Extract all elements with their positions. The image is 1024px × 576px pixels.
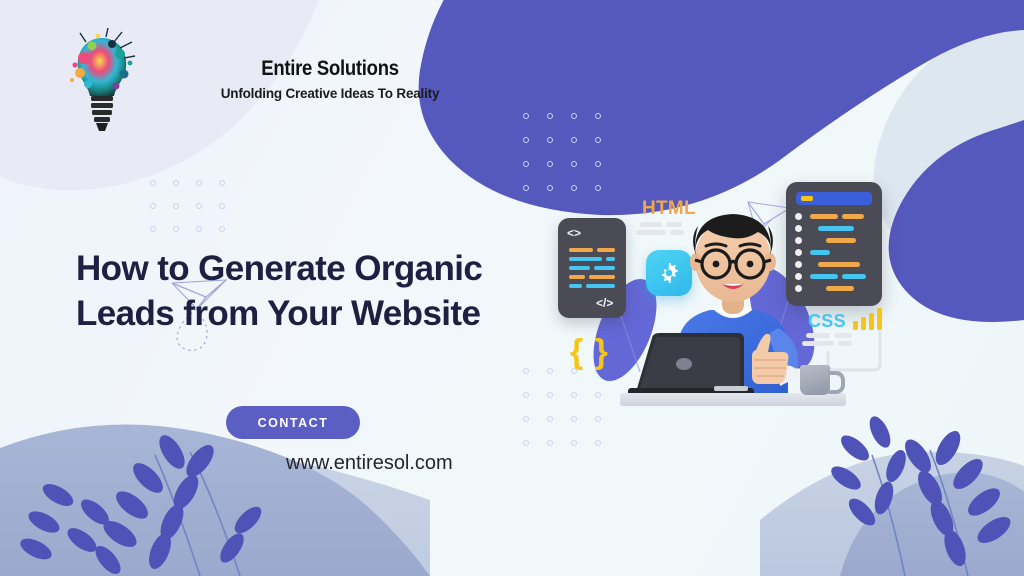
- bulb-base: [91, 96, 113, 131]
- hill-front-left: [0, 424, 430, 576]
- mug-handle: [828, 371, 845, 394]
- dot-grid-decoration: [523, 113, 601, 191]
- blob-purple-right: [888, 120, 1024, 322]
- marketing-banner: Entire Solutions Unfolding Creative Idea…: [0, 0, 1024, 576]
- code-card-left: <> </>: [558, 218, 626, 318]
- hill-back-right: [760, 451, 1024, 576]
- logo-block: Entire Solutions Unfolding Creative Idea…: [62, 28, 462, 138]
- curly-braces-icon: { }: [570, 333, 609, 371]
- dot-grid-decoration-lower: [523, 368, 601, 446]
- bulb-splash: [70, 28, 136, 96]
- paint-splash-lightbulb-icon: [70, 28, 136, 131]
- leaf-branch-icon-left: [154, 451, 241, 576]
- coffee-mug-icon: [800, 365, 830, 395]
- blob-bluegray-topright: [873, 0, 1024, 300]
- bar-chart-icon: [853, 308, 882, 330]
- leaf-cluster-left: [20, 435, 262, 575]
- page-title: How to Generate Organic Leads from Your …: [76, 249, 483, 333]
- code-open-icon: <>: [567, 226, 582, 240]
- leaf-branch-icon-right: [871, 449, 969, 576]
- contact-button-label: CONTACT: [257, 415, 329, 430]
- website-url[interactable]: www.entiresol.com: [286, 450, 466, 478]
- code-close-icon: </>: [596, 296, 614, 310]
- leaf-cluster-right: [831, 416, 1011, 567]
- brand-name: Entire Solutions: [261, 57, 399, 80]
- blob-purple-top: [418, 0, 1024, 216]
- laptop-icon: [628, 333, 754, 397]
- brand-tagline: Unfolding Creative Ideas To Reality: [220, 86, 440, 103]
- dot-grid-decoration-headline: [150, 180, 225, 232]
- hill-front-right: [840, 472, 1024, 576]
- contact-button[interactable]: CONTACT: [226, 406, 360, 439]
